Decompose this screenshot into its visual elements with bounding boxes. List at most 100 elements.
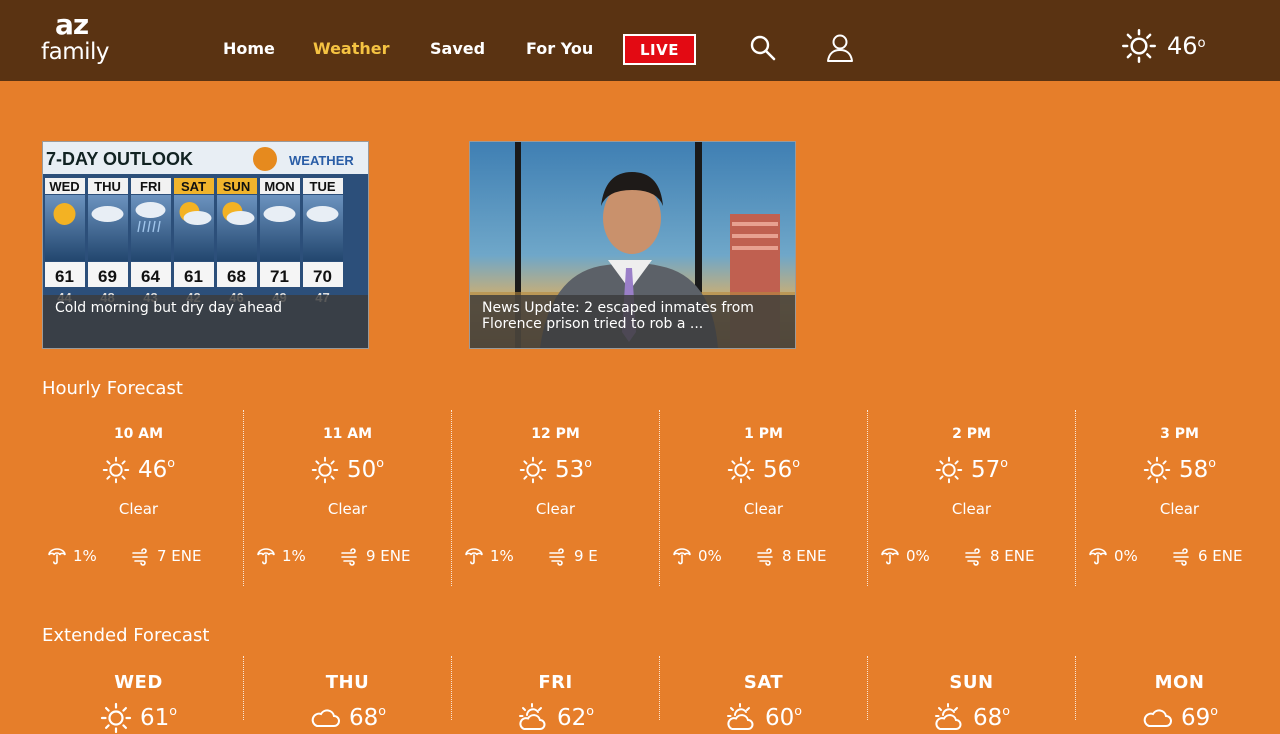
wind-icon: [1172, 546, 1192, 566]
umbrella-icon: [256, 546, 276, 566]
hour-condition: Clear: [327, 500, 368, 518]
umbrella-icon: [672, 546, 692, 566]
day-temperature: 60o: [764, 703, 802, 731]
day-temperature: 62o: [556, 703, 594, 731]
thumb-day-label: MON: [264, 179, 294, 194]
thumb-high-temp: 71: [270, 267, 289, 286]
svg-text:WEATHER: WEATHER: [289, 153, 354, 168]
day-label: THU: [325, 672, 370, 693]
wind-icon: [131, 546, 151, 566]
hour-condition: Clear: [743, 500, 784, 518]
precip-chance: 0%: [672, 546, 722, 566]
thumb-high-temp: 69: [98, 267, 117, 286]
hour-temperature: 58o: [1178, 455, 1216, 483]
wind-icon: [340, 546, 360, 566]
day-temperature: 68o: [972, 703, 1010, 731]
day-label: SUN: [949, 672, 994, 693]
umbrella-icon: [464, 546, 484, 566]
thumb-high-temp: 61: [184, 267, 203, 286]
hour-condition: Clear: [951, 500, 992, 518]
thumb-day-label: FRI: [140, 179, 161, 194]
day-label: SAT: [743, 672, 784, 693]
thumb-high-temp: 68: [227, 267, 246, 286]
hour-label: 10 AM: [113, 426, 164, 442]
hour-label: 2 PM: [952, 426, 991, 442]
day-label: FRI: [538, 672, 573, 693]
logo-line-2: family: [41, 39, 110, 65]
cloud-icon: [1141, 702, 1173, 734]
thumb-day-label: THU: [94, 179, 121, 194]
thumb-day-label: SUN: [223, 179, 250, 194]
hour-temperature: 46o: [137, 455, 175, 483]
umbrella-icon: [47, 546, 67, 566]
precip-chance: 1%: [47, 546, 97, 566]
nav-for-you[interactable]: For You: [526, 38, 593, 60]
sun-icon: [100, 702, 132, 734]
hourly-item: 2 PM 57o Clear 0% 8 ENE: [867, 410, 1075, 586]
precip-chance: 0%: [1088, 546, 1138, 566]
wind-speed: 7 ENE: [131, 546, 202, 566]
day-temperature: 69o: [1180, 703, 1218, 731]
wind-speed: 9 ENE: [340, 546, 411, 566]
wind-icon: [548, 546, 568, 566]
hour-label: 3 PM: [1160, 426, 1199, 442]
nav-home[interactable]: Home: [223, 38, 275, 60]
sun-icon: [727, 456, 755, 484]
hourly-item: 12 PM 53o Clear 1% 9 E: [451, 410, 659, 586]
wind-icon: [964, 546, 984, 566]
sun-icon: [519, 456, 547, 484]
svg-text:7-DAY OUTLOOK: 7-DAY OUTLOOK: [46, 149, 193, 169]
thumb-high-temp: 64: [141, 267, 160, 286]
hour-condition: Clear: [1159, 500, 1200, 518]
video-card-news[interactable]: News Update: 2 escaped inmates from Flor…: [469, 141, 796, 349]
day-temperature: 68o: [348, 703, 386, 731]
hourly-item: 3 PM 58o Clear 0% 6 ENE: [1075, 410, 1280, 586]
hour-temperature: 57o: [970, 455, 1008, 483]
extended-forecast-title: Extended Forecast: [42, 625, 210, 646]
video-caption: News Update: 2 escaped inmates from Flor…: [482, 300, 754, 332]
precip-chance: 0%: [880, 546, 930, 566]
thumb-day-label: TUE: [310, 179, 336, 194]
extended-item: FRI 62o: [451, 656, 659, 731]
logo-line-1: az: [55, 8, 89, 41]
precip-chance: 1%: [256, 546, 306, 566]
thumb-day-label: SAT: [181, 179, 206, 194]
hourly-item: 1 PM 56o Clear 0% 8 ENE: [659, 410, 867, 586]
precip-chance: 1%: [464, 546, 514, 566]
sun-icon: [311, 456, 339, 484]
current-temperature: 46o: [1167, 32, 1206, 60]
partly-cloudy-icon: [725, 702, 757, 734]
sun-icon: [1121, 28, 1157, 64]
umbrella-icon: [880, 546, 900, 566]
video-caption-bar: News Update: 2 escaped inmates from Flor…: [470, 295, 795, 348]
hour-label: 1 PM: [744, 426, 783, 442]
partly-cloudy-icon: [933, 702, 965, 734]
thumb-day-label: WED: [49, 179, 79, 194]
partly-cloudy-icon: [517, 702, 549, 734]
day-label: MON: [1154, 672, 1205, 693]
sun-icon: [102, 456, 130, 484]
nav-saved[interactable]: Saved: [430, 38, 485, 60]
search-icon[interactable]: [749, 34, 777, 62]
sun-icon: [1143, 456, 1171, 484]
azfamily-logo[interactable]: az family: [41, 10, 111, 68]
app-header: az family Home Weather Saved For You LIV…: [0, 0, 1280, 81]
hour-label: 12 PM: [531, 426, 580, 442]
hour-condition: Clear: [118, 500, 159, 518]
hour-temperature: 50o: [346, 455, 384, 483]
nav-weather[interactable]: Weather: [313, 38, 390, 60]
user-icon[interactable]: [826, 33, 854, 63]
thumb-high-temp: 70: [313, 267, 332, 286]
hourly-forecast-title: Hourly Forecast: [42, 378, 183, 399]
extended-item: WED 61o: [35, 656, 242, 720]
hourly-item: 11 AM 50o Clear 1% 9 ENE: [243, 410, 451, 586]
extended-item: MON 69o: [1075, 656, 1280, 731]
live-button[interactable]: LIVE: [623, 34, 696, 65]
hour-temperature: 56o: [762, 455, 800, 483]
video-card-weather[interactable]: 7-DAY OUTLOOK WEATHER WED6144THU6948FRI6…: [42, 141, 369, 349]
video-caption: Cold morning but dry day ahead: [55, 300, 283, 316]
video-caption-bar: Cold morning but dry day ahead: [43, 295, 368, 348]
extended-item: SAT 60o: [659, 656, 867, 731]
hour-condition: Clear: [535, 500, 576, 518]
wind-speed: 9 E: [548, 546, 598, 566]
